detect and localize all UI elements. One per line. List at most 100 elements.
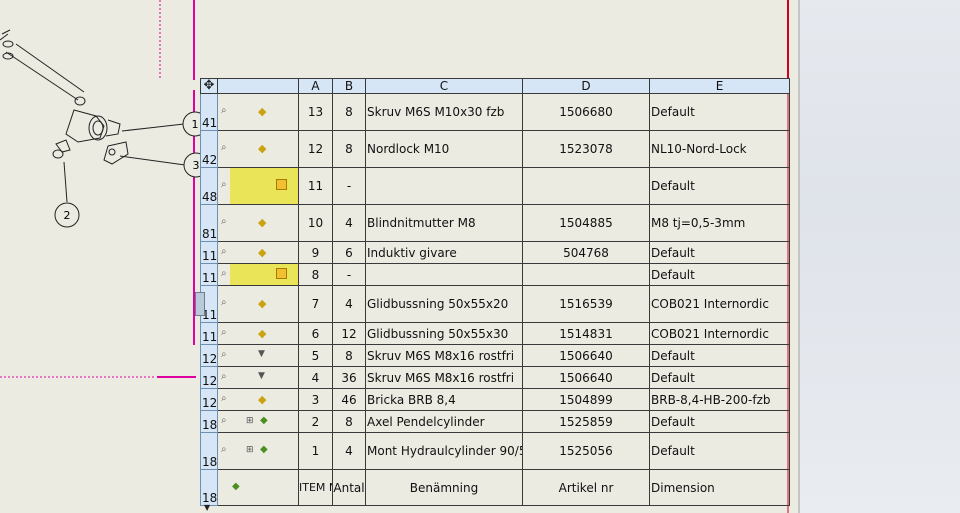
row-header[interactable]: 187 [200, 432, 218, 470]
quantity-cell[interactable]: 12 [332, 322, 366, 345]
item-no-header[interactable]: ITEM NO. [298, 469, 333, 506]
description-cell[interactable]: Glidbussning 50x55x30 [365, 322, 523, 345]
description-cell[interactable] [365, 167, 523, 205]
column-header-icons[interactable] [217, 78, 299, 94]
row-header[interactable]: 41 [200, 93, 218, 131]
column-header-b[interactable]: B [332, 78, 366, 94]
quantity-header[interactable]: Antal [332, 469, 366, 506]
pin-icon[interactable]: ⌕ [221, 105, 227, 116]
row-icons-cell[interactable]: ⌕ [217, 263, 299, 286]
article-number-cell[interactable]: 1506640 [522, 344, 650, 367]
dimension-cell[interactable]: NL10-Nord-Lock [649, 130, 790, 168]
item-number-cell[interactable]: 4 [298, 366, 333, 389]
quantity-cell[interactable]: 4 [332, 285, 366, 323]
bom-row[interactable]: 113⌕ 8- Default [200, 263, 790, 286]
bom-row[interactable]: 48 ⌕ 11- Default [200, 167, 790, 205]
quantity-cell[interactable]: - [332, 167, 366, 205]
description-cell[interactable]: Induktiv givare [365, 241, 523, 264]
row-header[interactable]: 112 [200, 241, 218, 264]
row-icons-cell[interactable]: ⌕ ◆ [217, 322, 299, 345]
dimension-cell[interactable]: Default [649, 410, 790, 433]
pin-icon[interactable]: ⌕ [221, 142, 227, 153]
row-header[interactable]: 120 [200, 344, 218, 367]
item-number-cell[interactable]: 10 [298, 204, 333, 242]
quantity-cell[interactable]: 8 [332, 410, 366, 433]
scroll-down-arrow-icon[interactable]: ▼ [204, 503, 210, 512]
table-move-handle-icon[interactable]: ✥ [201, 79, 217, 92]
description-header[interactable]: Benämning [365, 469, 523, 506]
row-icons-cell[interactable]: ⌕ [217, 167, 299, 205]
dimension-cell[interactable]: Default [649, 366, 790, 389]
quantity-cell[interactable]: 4 [332, 432, 366, 470]
pin-icon[interactable]: ⌕ [221, 444, 227, 455]
row-icons-cell[interactable]: ⌕ ◆ [217, 130, 299, 168]
bom-row[interactable]: 186⌕ ⊞ ◆ 28Axel Pendelcylinder1525859Defaul… [200, 410, 790, 433]
article-number-cell[interactable]: 1516539 [522, 285, 650, 323]
article-number-cell[interactable]: 1525859 [522, 410, 650, 433]
bom-row[interactable]: 42 ⌕ ◆ 12 8 Nordlock M10 1523078 NL10-Nord-Lock [200, 130, 790, 168]
item-number-cell[interactable]: 12 [298, 130, 333, 168]
dimension-cell[interactable]: COB021 Internordic [649, 285, 790, 323]
row-icons-cell[interactable]: ⌕ ◆ [217, 388, 299, 411]
pin-icon[interactable]: ⌕ [221, 371, 227, 382]
article-number-cell[interactable]: 1504885 [522, 204, 650, 242]
article-number-cell[interactable]: 1504899 [522, 388, 650, 411]
item-number-cell[interactable]: 8 [298, 263, 333, 286]
bom-row[interactable]: 119⌕◆612Glidbussning 50x55x301514831COB0… [200, 322, 790, 345]
article-number-cell[interactable]: 1506680 [522, 93, 650, 131]
description-cell[interactable]: Nordlock M10 [365, 130, 523, 168]
row-header[interactable]: 122 [200, 366, 218, 389]
row-icons-cell[interactable]: ⌕ ⊞ ◆ [217, 410, 299, 433]
column-header-a[interactable]: A [298, 78, 333, 94]
item-number-cell[interactable]: 11 [298, 167, 333, 205]
row-icons-cell[interactable]: ⌕ ◆ [217, 285, 299, 323]
article-number-cell[interactable]: 1525056 [522, 432, 650, 470]
row-icons-cell[interactable]: ⌕ ▼ [217, 366, 299, 389]
article-number-cell[interactable]: 1514831 [522, 322, 650, 345]
description-cell[interactable]: Bricka BRB 8,4 [365, 388, 523, 411]
dimension-cell[interactable]: Default [649, 344, 790, 367]
row-icons-cell[interactable]: ⌕ ◆ [217, 204, 299, 242]
row-header[interactable]: 113 [200, 263, 218, 286]
row-icons-cell[interactable]: ⌕ ◆ [217, 241, 299, 264]
bom-row[interactable]: 187⌕ ⊞ ◆ 14Mont Hydraulcylinder 90/50. Inb.… [200, 432, 790, 470]
expand-icon[interactable]: ⊞ [246, 445, 254, 455]
quantity-cell[interactable]: 8 [332, 130, 366, 168]
item-number-cell[interactable]: 7 [298, 285, 333, 323]
article-number-cell[interactable] [522, 167, 650, 205]
description-cell[interactable]: Skruv M6S M8x16 rostfri [365, 344, 523, 367]
dimension-cell[interactable]: Default [649, 241, 790, 264]
row-icons-cell[interactable]: ⌕ ◆ [217, 93, 299, 131]
dimension-cell[interactable]: COB021 Internordic [649, 322, 790, 345]
bom-header-footer-row[interactable]: 189 ◆ ITEM NO.AntalBenämningArtikel nrDime… [200, 469, 790, 506]
article-number-cell[interactable] [522, 263, 650, 286]
pin-icon[interactable]: ⌕ [221, 246, 227, 257]
item-number-cell[interactable]: 2 [298, 410, 333, 433]
description-cell[interactable]: Skruv M6S M8x16 rostfri [365, 366, 523, 389]
description-cell[interactable]: Skruv M6S M10x30 fzb [365, 93, 523, 131]
dimension-cell[interactable]: Default [649, 167, 790, 205]
bom-row[interactable]: 81 ⌕ ◆ 10 4 Blindnitmutter M8 1504885 M8 tj=0,5… [200, 204, 790, 242]
dimension-cell[interactable]: Default [649, 432, 790, 470]
row-icons-cell[interactable]: ⌕ ⊞ ◆ [217, 432, 299, 470]
bom-row[interactable]: 122⌕▼436Skruv M6S M8x16 rostfri1506640De… [200, 366, 790, 389]
quantity-cell[interactable]: 4 [332, 204, 366, 242]
row-header[interactable]: 81 [200, 204, 218, 242]
row-header[interactable]: 123 [200, 388, 218, 411]
dimension-cell[interactable]: Default [649, 263, 790, 286]
row-header[interactable]: 189 [200, 469, 218, 506]
quantity-cell[interactable]: 6 [332, 241, 366, 264]
article-number-cell[interactable]: 504768 [522, 241, 650, 264]
row-header[interactable]: 119 [200, 322, 218, 345]
item-number-cell[interactable]: 9 [298, 241, 333, 264]
quantity-cell[interactable]: 8 [332, 344, 366, 367]
balloon-2[interactable]: 2 [54, 202, 80, 228]
column-header-c[interactable]: C [365, 78, 523, 94]
bom-row[interactable]: 41 ⌕ ◆ 13 8 Skruv M6S M10x30 fzb 1506680 Defaul… [200, 93, 790, 131]
item-number-cell[interactable]: 1 [298, 432, 333, 470]
row-header[interactable]: 42 [200, 130, 218, 168]
item-number-cell[interactable]: 3 [298, 388, 333, 411]
item-number-cell[interactable]: 6 [298, 322, 333, 345]
pin-icon[interactable]: ⌕ [221, 297, 227, 308]
expand-icon[interactable]: ⊞ [246, 416, 254, 426]
